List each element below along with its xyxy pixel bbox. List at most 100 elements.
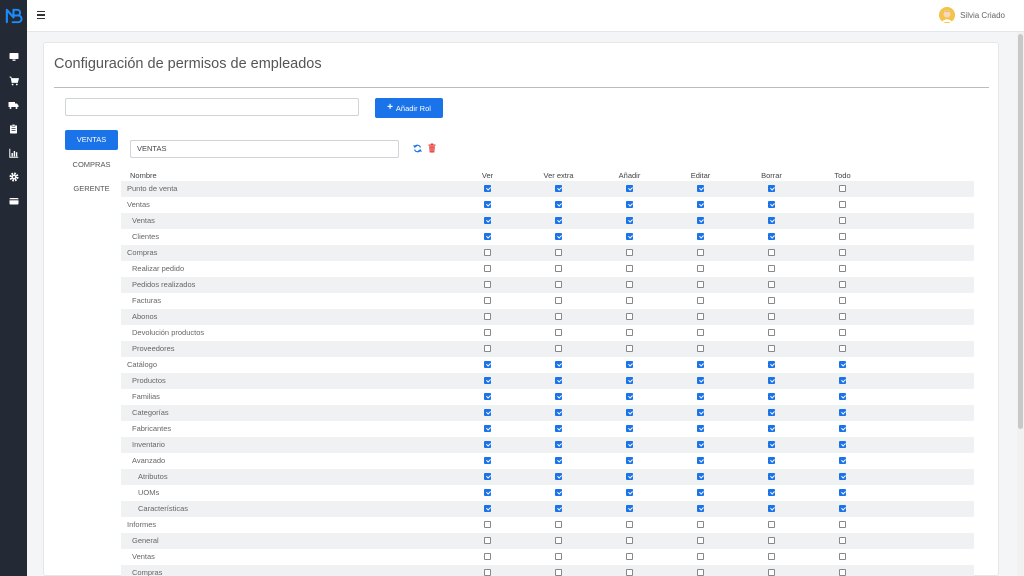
permission-checkbox[interactable] <box>555 281 562 288</box>
permission-checkbox[interactable] <box>484 361 491 368</box>
permission-checkbox[interactable] <box>484 473 491 480</box>
permission-checkbox[interactable] <box>768 377 775 384</box>
permission-checkbox[interactable] <box>839 265 846 272</box>
permission-checkbox[interactable] <box>484 409 491 416</box>
permission-checkbox[interactable] <box>768 281 775 288</box>
permission-checkbox[interactable] <box>626 345 633 352</box>
permission-checkbox[interactable] <box>626 313 633 320</box>
permission-checkbox[interactable] <box>626 489 633 496</box>
trash-icon[interactable] <box>428 143 436 153</box>
permission-checkbox[interactable] <box>626 217 633 224</box>
permission-checkbox[interactable] <box>839 329 846 336</box>
permission-checkbox[interactable] <box>768 473 775 480</box>
permission-checkbox[interactable] <box>697 409 704 416</box>
permission-checkbox[interactable] <box>555 473 562 480</box>
permission-checkbox[interactable] <box>626 409 633 416</box>
permission-checkbox[interactable] <box>484 201 491 208</box>
permission-checkbox[interactable] <box>768 249 775 256</box>
permission-checkbox[interactable] <box>839 569 846 576</box>
permission-checkbox[interactable] <box>555 345 562 352</box>
permission-checkbox[interactable] <box>626 537 633 544</box>
permission-checkbox[interactable] <box>839 185 846 192</box>
permission-checkbox[interactable] <box>768 521 775 528</box>
desktop-icon[interactable] <box>8 51 19 62</box>
permission-checkbox[interactable] <box>697 473 704 480</box>
permission-checkbox[interactable] <box>697 185 704 192</box>
permission-checkbox[interactable] <box>555 409 562 416</box>
permission-checkbox[interactable] <box>555 569 562 576</box>
permission-checkbox[interactable] <box>839 361 846 368</box>
role-tab-ventas[interactable]: VENTAS <box>65 130 118 150</box>
permission-checkbox[interactable] <box>839 441 846 448</box>
permission-checkbox[interactable] <box>626 425 633 432</box>
permission-checkbox[interactable] <box>626 569 633 576</box>
permission-checkbox[interactable] <box>839 201 846 208</box>
permission-checkbox[interactable] <box>555 233 562 240</box>
permission-checkbox[interactable] <box>839 425 846 432</box>
permission-checkbox[interactable] <box>484 393 491 400</box>
permission-checkbox[interactable] <box>839 377 846 384</box>
permission-checkbox[interactable] <box>555 201 562 208</box>
permission-checkbox[interactable] <box>626 393 633 400</box>
scrollbar-thumb[interactable] <box>1018 34 1023 429</box>
permission-checkbox[interactable] <box>555 185 562 192</box>
permission-checkbox[interactable] <box>484 537 491 544</box>
permission-checkbox[interactable] <box>839 521 846 528</box>
permission-checkbox[interactable] <box>768 313 775 320</box>
permission-checkbox[interactable] <box>768 329 775 336</box>
permission-checkbox[interactable] <box>768 569 775 576</box>
permission-checkbox[interactable] <box>839 473 846 480</box>
permission-checkbox[interactable] <box>768 553 775 560</box>
permission-checkbox[interactable] <box>697 249 704 256</box>
permission-checkbox[interactable] <box>768 425 775 432</box>
permission-checkbox[interactable] <box>697 281 704 288</box>
permission-checkbox[interactable] <box>484 313 491 320</box>
permission-checkbox[interactable] <box>768 489 775 496</box>
permission-checkbox[interactable] <box>626 281 633 288</box>
permission-checkbox[interactable] <box>626 185 633 192</box>
permission-checkbox[interactable] <box>768 441 775 448</box>
permission-checkbox[interactable] <box>768 457 775 464</box>
permission-checkbox[interactable] <box>484 249 491 256</box>
permission-checkbox[interactable] <box>484 297 491 304</box>
permission-checkbox[interactable] <box>768 297 775 304</box>
permission-checkbox[interactable] <box>697 553 704 560</box>
chart-icon[interactable] <box>8 147 19 158</box>
permission-checkbox[interactable] <box>626 553 633 560</box>
role-tab-compras[interactable]: COMPRAS <box>65 155 118 175</box>
permission-checkbox[interactable] <box>555 265 562 272</box>
permission-checkbox[interactable] <box>484 505 491 512</box>
permission-checkbox[interactable] <box>484 569 491 576</box>
permission-checkbox[interactable] <box>839 393 846 400</box>
permission-checkbox[interactable] <box>697 329 704 336</box>
permission-checkbox[interactable] <box>697 521 704 528</box>
permission-checkbox[interactable] <box>697 201 704 208</box>
hamburger-menu-icon[interactable] <box>37 11 45 20</box>
permission-checkbox[interactable] <box>697 377 704 384</box>
permission-checkbox[interactable] <box>697 537 704 544</box>
permission-checkbox[interactable] <box>626 329 633 336</box>
permission-checkbox[interactable] <box>839 505 846 512</box>
permission-checkbox[interactable] <box>839 409 846 416</box>
permission-checkbox[interactable] <box>768 201 775 208</box>
role-tab-gerente[interactable]: GERENTE <box>65 179 118 199</box>
permission-checkbox[interactable] <box>555 393 562 400</box>
permission-checkbox[interactable] <box>697 457 704 464</box>
permission-checkbox[interactable] <box>697 393 704 400</box>
permission-checkbox[interactable] <box>626 265 633 272</box>
wallet-icon[interactable] <box>8 195 19 206</box>
permission-checkbox[interactable] <box>555 377 562 384</box>
permission-checkbox[interactable] <box>697 313 704 320</box>
permission-checkbox[interactable] <box>626 473 633 480</box>
permission-checkbox[interactable] <box>484 521 491 528</box>
permission-checkbox[interactable] <box>555 441 562 448</box>
permission-checkbox[interactable] <box>484 377 491 384</box>
permission-checkbox[interactable] <box>626 441 633 448</box>
permission-checkbox[interactable] <box>484 457 491 464</box>
permission-checkbox[interactable] <box>626 457 633 464</box>
permission-checkbox[interactable] <box>768 409 775 416</box>
cart-icon[interactable] <box>8 75 19 86</box>
permission-checkbox[interactable] <box>555 489 562 496</box>
permission-checkbox[interactable] <box>768 393 775 400</box>
permission-checkbox[interactable] <box>697 425 704 432</box>
